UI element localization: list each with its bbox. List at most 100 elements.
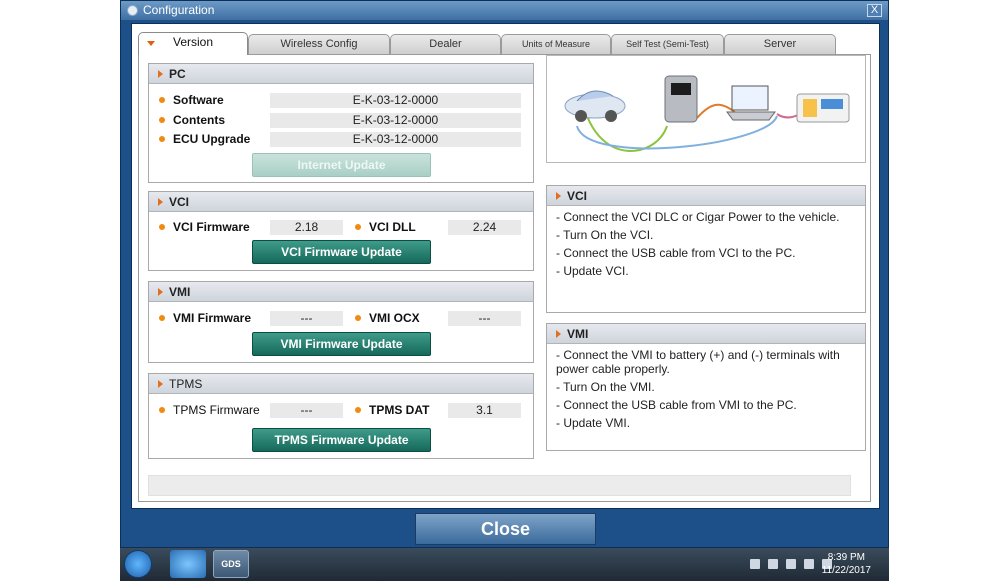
vmi-group-header: VMI: [149, 282, 533, 302]
bullet-icon: [159, 117, 165, 123]
group-title: VCI: [567, 189, 588, 203]
vci-dll-value: 2.24: [448, 220, 521, 235]
version-panel: PC Software E-K-03-12-0000 Contents E-K-…: [138, 54, 871, 502]
internet-update-button[interactable]: Internet Update: [252, 153, 431, 177]
vmi-device-icon: [796, 93, 850, 123]
help-line: - Update VMI.: [556, 416, 631, 430]
vmi-ocx-label: VMI OCX: [369, 311, 420, 325]
bullet-icon: [355, 224, 361, 230]
vci-firmware-update-button[interactable]: VCI Firmware Update: [252, 240, 431, 264]
tray-volume-icon[interactable]: [804, 559, 814, 569]
tab-strip: Version Wireless Config Dealer Units of …: [138, 32, 838, 55]
tab-self-test[interactable]: Self Test (Semi-Test): [611, 34, 724, 54]
status-bar: [148, 475, 851, 496]
app-icon: [127, 5, 138, 16]
tpms-dat-label: TPMS DAT: [369, 403, 430, 417]
tab-wireless-config[interactable]: Wireless Config: [248, 34, 390, 54]
help-line: - Connect the VMI to battery (+) and (-)…: [556, 348, 840, 376]
title-bar[interactable]: Configuration X: [121, 1, 888, 20]
vmi-help-box: VMI - Connect the VMI to battery (+) and…: [546, 323, 866, 451]
help-line: - Turn On the VCI.: [556, 228, 654, 242]
bullet-icon: [159, 224, 165, 230]
tab-label: Self Test (Semi-Test): [626, 39, 709, 49]
tab-label: Dealer: [429, 38, 462, 50]
tab-version[interactable]: Version: [138, 32, 248, 55]
header-arrow-icon: [158, 288, 163, 296]
vci-firmware-label: VCI Firmware: [173, 220, 250, 234]
group-title: VMI: [567, 327, 589, 341]
gds-taskbar-button[interactable]: GDS: [213, 550, 249, 578]
vmi-firmware-value: ---: [270, 311, 343, 326]
taskbar: GDS 8:39 PM 11/22/2017: [120, 548, 889, 581]
bullet-icon: [159, 136, 165, 142]
tpms-firmware-label: TPMS Firmware: [173, 403, 260, 417]
software-value: E-K-03-12-0000: [270, 93, 521, 108]
vci-help-box: VCI - Connect the VCI DLC or Cigar Power…: [546, 185, 866, 313]
configuration-window: Configuration X Version Wireless Config …: [120, 0, 889, 548]
vmi-firmware-label: VMI Firmware: [173, 311, 252, 325]
tray-device-icon[interactable]: [768, 559, 778, 569]
group-title: VMI: [169, 285, 191, 299]
header-arrow-icon: [158, 380, 163, 388]
header-arrow-icon: [158, 198, 163, 206]
tpms-group-header: TPMS: [149, 374, 533, 394]
vci-firmware-value: 2.18: [270, 220, 343, 235]
tab-server[interactable]: Server: [724, 34, 836, 54]
contents-label: Contents: [173, 113, 225, 127]
help-line: - Update VCI.: [556, 264, 629, 278]
software-label: Software: [173, 93, 224, 107]
tpms-group: TPMS TPMS Firmware --- TPMS DAT 3.1 TPMS…: [148, 373, 534, 459]
help-line: - Connect the USB cable from VCI to the …: [556, 246, 796, 260]
ecu-upgrade-label: ECU Upgrade: [173, 132, 251, 146]
tab-label: Server: [763, 38, 797, 50]
tab-dealer[interactable]: Dealer: [390, 34, 501, 54]
group-title: PC: [169, 67, 186, 81]
ecu-upgrade-value: E-K-03-12-0000: [270, 132, 521, 147]
help-line: - Connect the USB cable from VMI to the …: [556, 398, 797, 412]
bullet-icon: [159, 407, 165, 413]
vmi-help-header: VMI: [547, 324, 865, 344]
bullet-icon: [355, 407, 361, 413]
laptop-icon: [726, 85, 776, 121]
connection-diagram-image: [546, 55, 866, 163]
internet-explorer-icon[interactable]: [170, 550, 206, 578]
tpms-firmware-update-button[interactable]: TPMS Firmware Update: [252, 428, 431, 452]
close-button[interactable]: Close: [415, 513, 596, 545]
vci-dll-label: VCI DLL: [369, 220, 416, 234]
active-tab-arrow-icon: [147, 41, 155, 46]
tab-units-of-measure[interactable]: Units of Measure: [501, 34, 611, 54]
tab-label: Wireless Config: [280, 38, 358, 50]
contents-value: E-K-03-12-0000: [270, 113, 521, 128]
clock-time: 8:39 PM: [827, 552, 865, 563]
bullet-icon: [159, 97, 165, 103]
close-window-button[interactable]: X: [867, 4, 882, 17]
tab-label: Units of Measure: [521, 39, 591, 49]
vmi-ocx-value: ---: [448, 311, 521, 326]
vci-device-icon: [664, 75, 698, 123]
group-title: VCI: [169, 195, 190, 209]
system-clock[interactable]: 8:39 PM 11/22/2017: [822, 551, 871, 577]
vmi-firmware-update-button[interactable]: VMI Firmware Update: [252, 332, 431, 356]
bullet-icon: [159, 315, 165, 321]
vci-group: VCI VCI Firmware 2.18 VCI DLL 2.24 VCI F…: [148, 191, 534, 271]
tab-label: Version: [172, 35, 214, 49]
vmi-group: VMI VMI Firmware --- VMI OCX --- VMI Fir…: [148, 281, 534, 363]
tpms-dat-value: 3.1: [448, 403, 521, 418]
help-line: - Connect the VCI DLC or Cigar Power to …: [556, 210, 840, 224]
tray-network-icon[interactable]: [786, 559, 796, 569]
tray-up-arrow-icon[interactable]: [750, 559, 760, 569]
dialog-body: Version Wireless Config Dealer Units of …: [131, 23, 880, 509]
car-icon: [564, 90, 626, 122]
vci-help-header: VCI: [547, 186, 865, 206]
pc-group-header: PC: [149, 64, 533, 84]
header-arrow-icon: [556, 330, 561, 338]
vci-group-header: VCI: [149, 192, 533, 212]
group-title: TPMS: [169, 377, 203, 391]
header-arrow-icon: [556, 192, 561, 200]
bullet-icon: [355, 315, 361, 321]
help-line: - Turn On the VMI.: [556, 380, 655, 394]
pc-group: PC Software E-K-03-12-0000 Contents E-K-…: [148, 63, 534, 183]
connection-diagram: [564, 75, 850, 152]
header-arrow-icon: [158, 70, 163, 78]
start-button-icon[interactable]: [124, 550, 152, 578]
